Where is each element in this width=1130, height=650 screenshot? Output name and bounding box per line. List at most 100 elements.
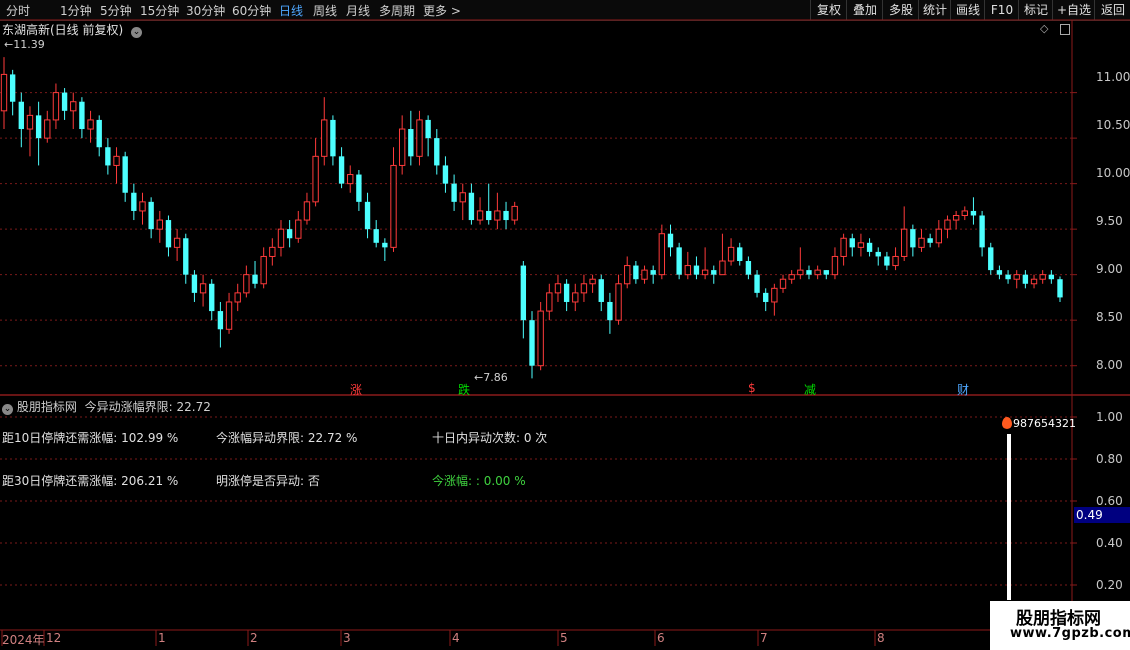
candlestick — [459, 183, 466, 221]
candle-body-up — [684, 265, 691, 276]
stock-name-label: 东湖高新(日线 前复权) — [2, 23, 124, 37]
candle-body-down — [338, 156, 345, 184]
candle-body-up — [857, 242, 865, 248]
indicator-header: ⌄ 股朋指标网 今异动涨幅界限: 22.72 — [2, 398, 211, 415]
candlestick — [779, 274, 787, 293]
candle-body-down — [996, 270, 1003, 275]
kline-chart[interactable] — [0, 0, 1130, 650]
candle-body-up — [554, 283, 562, 294]
candle-body-down — [711, 270, 717, 275]
event-marker-jian[interactable]: 减 — [804, 381, 816, 398]
signal-bar — [1007, 434, 1011, 600]
candle-body-up — [312, 155, 319, 203]
candlestick — [884, 251, 890, 271]
candlestick — [719, 233, 726, 276]
candlestick — [693, 256, 700, 280]
candlestick — [952, 210, 960, 230]
diamond-icon[interactable]: ◇ — [1040, 22, 1048, 35]
candlestick — [1039, 270, 1046, 284]
candlestick — [797, 247, 804, 280]
candlestick — [918, 229, 925, 252]
candle-body-down — [61, 92, 68, 111]
candle-body-down — [633, 265, 639, 280]
candle-body-down — [823, 270, 829, 275]
candlestick — [701, 247, 709, 280]
candle-body-up — [173, 237, 181, 248]
indicator-name[interactable]: 股朋指标网 — [17, 400, 77, 414]
candle-body-down — [693, 265, 700, 275]
candle-body-up — [269, 246, 276, 257]
candlestick — [173, 229, 181, 262]
candlestick — [148, 197, 154, 239]
candlestick — [633, 261, 639, 284]
candlestick — [131, 183, 137, 221]
candlestick — [875, 247, 881, 266]
price-tick: 9.50 — [1096, 214, 1123, 228]
event-marker-die[interactable]: 跌 — [458, 381, 470, 398]
candlestick — [814, 265, 821, 280]
candle-body-down — [667, 233, 674, 248]
candlestick — [486, 183, 492, 225]
candle-body-down — [763, 292, 769, 302]
candle-body-down — [451, 183, 457, 202]
flame-icon — [1002, 417, 1012, 429]
candlestick — [529, 311, 535, 379]
candle-body-down — [520, 265, 527, 321]
candlestick — [927, 233, 933, 248]
candle-body-down — [434, 138, 440, 166]
high-price-label: ←11.39 — [4, 38, 45, 51]
price-tick: 10.50 — [1096, 118, 1130, 132]
candle-body-down — [486, 210, 492, 221]
event-marker-cai[interactable]: 财 — [957, 381, 969, 398]
candlestick — [156, 210, 163, 243]
candlestick — [209, 279, 215, 321]
candlestick — [425, 115, 431, 157]
candlestick — [1022, 270, 1029, 289]
price-tick: 10.00 — [1096, 166, 1130, 180]
candle-body-down — [866, 242, 873, 252]
chevron-down-icon[interactable]: ⌄ — [131, 27, 143, 38]
candlestick — [806, 265, 812, 280]
candlestick — [390, 147, 397, 252]
candle-body-up — [961, 210, 968, 216]
candlestick — [737, 242, 743, 266]
chevron-down-icon[interactable]: ⌄ — [2, 404, 13, 415]
candlestick — [330, 115, 336, 166]
candlestick — [243, 265, 250, 298]
candle-body-up — [788, 274, 795, 280]
event-marker-dollar[interactable]: $ — [748, 381, 756, 395]
candle-body-up — [70, 101, 77, 112]
candle-body-up — [494, 210, 501, 221]
candlestick — [1048, 270, 1055, 284]
candle-body-up — [390, 164, 397, 248]
candle-body-up — [641, 269, 648, 280]
candle-body-down — [183, 238, 189, 275]
candle-body-up — [321, 119, 328, 157]
candlestick — [503, 201, 509, 230]
candle-body-down — [442, 165, 449, 184]
candle-body-up — [935, 228, 943, 244]
candlestick — [910, 224, 916, 257]
candlestick — [494, 192, 501, 230]
candlestick — [312, 138, 319, 207]
candlestick — [347, 165, 354, 193]
candle-body-up — [624, 265, 631, 285]
candle-body-down — [849, 238, 855, 248]
candle-body-up — [658, 233, 666, 276]
month-label: 4 — [452, 631, 460, 645]
candle-body-down — [970, 210, 977, 216]
candle-body-down — [382, 242, 388, 248]
candlestick — [849, 233, 855, 257]
candlestick — [225, 292, 233, 334]
candle-body-up — [0, 73, 8, 112]
candlestick — [105, 138, 111, 175]
candlestick — [745, 256, 752, 280]
candlestick — [520, 261, 527, 339]
candlestick — [277, 220, 285, 257]
window-toggle-icon[interactable] — [1060, 24, 1070, 35]
candle-body-down — [373, 229, 379, 243]
candlestick — [840, 233, 847, 266]
candlestick — [624, 256, 631, 289]
candle-body-up — [476, 210, 484, 221]
event-marker-zhang[interactable]: 涨 — [350, 381, 362, 398]
